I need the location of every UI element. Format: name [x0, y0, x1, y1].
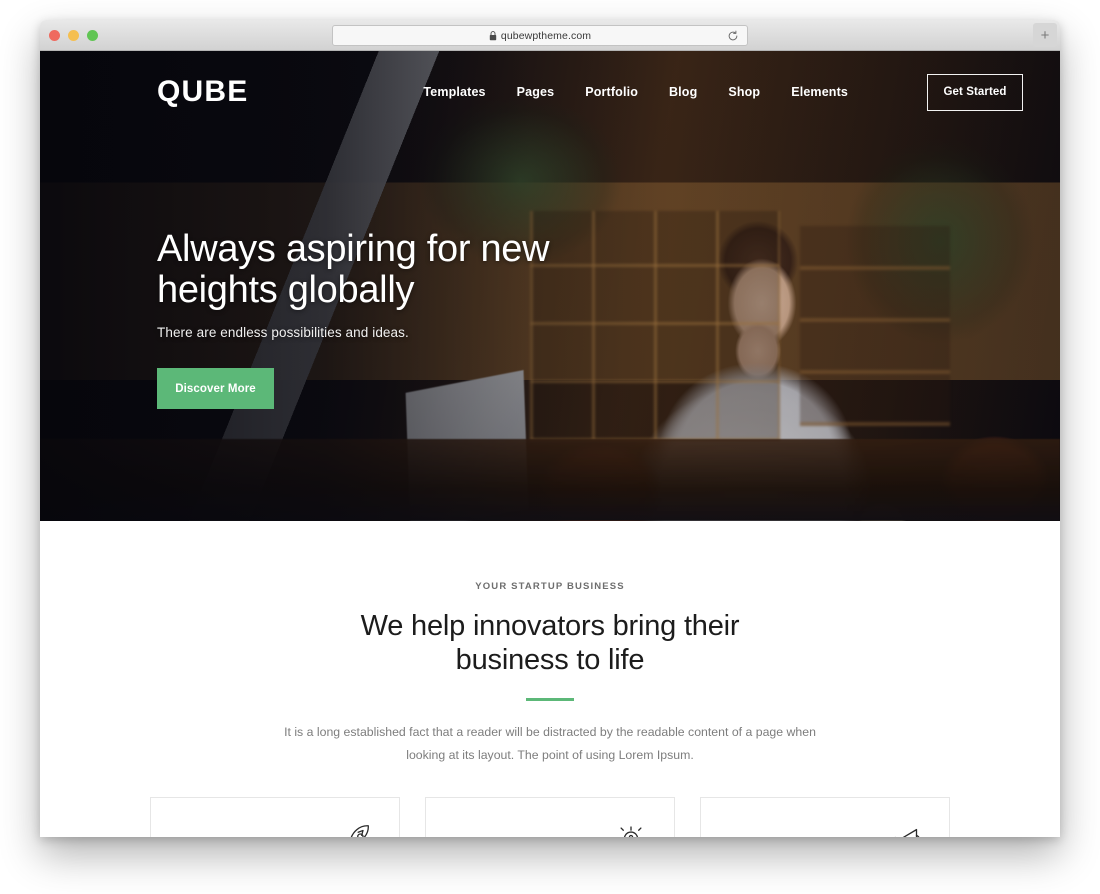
browser-window: qubewptheme.com + QUBE Templates Pages P… — [40, 20, 1060, 837]
discover-more-button[interactable]: Discover More — [157, 368, 274, 410]
address-bar-content: qubewptheme.com — [489, 30, 591, 42]
hero-subtitle: There are endless possibilities and idea… — [157, 325, 409, 341]
service-card-business-consulting[interactable]: Business Consulting — [425, 797, 675, 837]
service-card-online-marketing[interactable]: Online Marketing — [700, 797, 950, 837]
hero-section: QUBE Templates Pages Portfolio Blog Shop… — [40, 51, 1060, 521]
get-started-button[interactable]: Get Started — [927, 73, 1023, 111]
hero-title-line-2: heights globally — [157, 269, 415, 312]
section-divider — [526, 698, 574, 702]
section-description: It is a long established fact that a rea… — [284, 725, 816, 762]
url-text: qubewptheme.com — [500, 29, 592, 42]
browser-titlebar: qubewptheme.com + — [40, 20, 1060, 51]
new-tab-button[interactable]: + — [1033, 23, 1057, 47]
page-viewport: QUBE Templates Pages Portfolio Blog Shop… — [40, 51, 1060, 837]
minimize-window-button[interactable] — [68, 30, 79, 41]
maximize-window-button[interactable] — [87, 30, 98, 41]
nav-links: Templates Pages Portfolio Blog Shop Elem… — [423, 73, 1023, 111]
services-section: YOUR STARTUP BUSINESS We help innovators… — [40, 521, 1060, 837]
rocket-icon — [350, 825, 369, 837]
service-card-personal-branding[interactable]: Personal Branding — [150, 797, 400, 837]
nav-item-templates[interactable]: Templates — [423, 85, 485, 99]
lock-icon — [489, 30, 497, 40]
nav-item-shop[interactable]: Shop — [728, 85, 760, 99]
section-title-line-1: We help innovators bring their — [360, 610, 740, 642]
new-tab-label: + — [1040, 26, 1050, 44]
section-eyebrow: YOUR STARTUP BUSINESS — [475, 581, 625, 592]
hero-title: Always aspiring for new heights globally — [157, 228, 587, 312]
lightbulb-icon — [620, 826, 642, 837]
site-logo[interactable]: QUBE — [157, 77, 248, 107]
nav-item-portfolio[interactable]: Portfolio — [585, 85, 638, 99]
section-title: We help innovators bring their business … — [40, 609, 1060, 677]
site-navbar: QUBE Templates Pages Portfolio Blog Shop… — [40, 51, 1060, 133]
nav-item-blog[interactable]: Blog — [669, 85, 697, 99]
hero-copy: Always aspiring for new heights globally… — [157, 228, 587, 410]
service-cards: Personal Branding Business Consulting — [150, 797, 950, 837]
nav-item-pages[interactable]: Pages — [517, 85, 555, 99]
reload-icon[interactable] — [727, 30, 739, 42]
close-window-button[interactable] — [49, 30, 60, 41]
hero-title-line-1: Always aspiring for new — [157, 228, 550, 270]
section-title-line-2: business to life — [455, 644, 645, 677]
window-controls — [49, 20, 98, 51]
megaphone-icon — [903, 829, 920, 837]
nav-item-elements[interactable]: Elements — [791, 85, 848, 99]
address-bar[interactable]: qubewptheme.com — [332, 25, 748, 46]
